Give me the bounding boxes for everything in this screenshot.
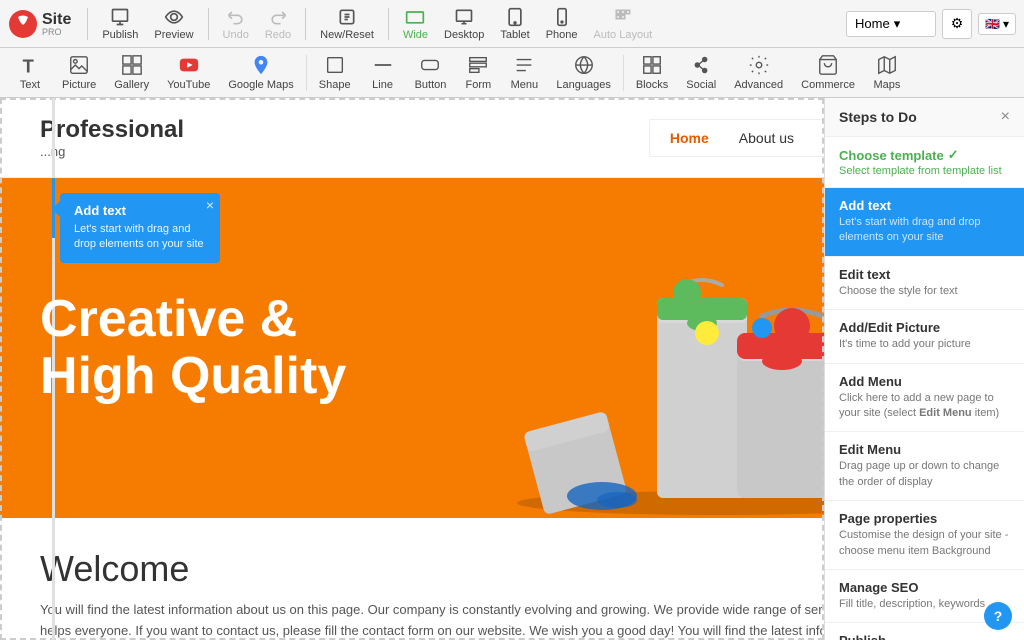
dropdown-arrow-icon: ▾ [894, 16, 901, 32]
tool-languages[interactable]: Languages [548, 50, 618, 95]
steps-close-button[interactable]: × [1001, 108, 1010, 126]
step-name-label: Add text [839, 198, 891, 213]
site-logo-icon [8, 9, 38, 39]
help-button[interactable]: ? [984, 602, 1012, 630]
steps-list: Choose template ✓ Select template from t… [825, 137, 1024, 640]
redo-button[interactable]: Redo [259, 5, 297, 43]
canvas-area: Professional ...ng Home About us Service… [0, 98, 1024, 640]
step-desc: Drag page up or down to change the order… [839, 459, 1010, 490]
step-add-edit-picture[interactable]: Add/Edit Picture It's time to add your p… [825, 310, 1024, 363]
svg-text:T: T [23, 55, 34, 76]
tool-button[interactable]: Button [407, 50, 455, 95]
steps-panel: Steps to Do × Choose template ✓ Select t… [824, 98, 1024, 640]
site-logo-text: Professional [40, 116, 649, 144]
tooltip-text: Let's start with drag and drop elements … [74, 222, 206, 253]
logo-name: Site [42, 11, 71, 28]
steps-header: Steps to Do × [825, 98, 1024, 137]
settings-button[interactable]: ⚙ [942, 9, 972, 39]
logo-plan: PRO [42, 27, 71, 37]
right-controls: Home ▾ ⚙ 🇬🇧 ▾ [846, 9, 1016, 39]
hero-text: Creative & High Quality [40, 291, 420, 405]
separator [208, 8, 209, 40]
desktop-button[interactable]: Desktop [438, 5, 490, 43]
step-desc: Select template from template list [839, 165, 1010, 177]
site-logo-area: Professional ...ng [40, 116, 649, 159]
step-page-properties[interactable]: Page properties Customise the design of … [825, 501, 1024, 570]
step-name-label: Choose template [839, 148, 944, 163]
tool-shape[interactable]: Shape [311, 50, 359, 95]
nav-home[interactable]: Home [670, 130, 709, 146]
tool-picture[interactable]: Picture [54, 50, 104, 95]
page-dropdown[interactable]: Home ▾ [846, 11, 936, 37]
tool-commerce[interactable]: Commerce [793, 50, 863, 95]
separator [306, 55, 307, 91]
toolbar: T Text Picture Gallery YouTube Google Ma… [0, 48, 1024, 98]
tool-menu[interactable]: Menu [502, 50, 546, 95]
auto-layout-button[interactable]: Auto Layout [588, 5, 659, 43]
logo-text-area: Site PRO [42, 11, 71, 37]
step-desc: It's time to add your picture [839, 337, 1010, 352]
tool-gallery[interactable]: Gallery [106, 50, 157, 95]
tool-youtube[interactable]: YouTube [159, 50, 218, 95]
separator [305, 8, 306, 40]
wide-button[interactable]: Wide [397, 5, 434, 43]
separator [623, 55, 624, 91]
publish-button[interactable]: Publish [96, 5, 144, 43]
tool-text[interactable]: T Text [8, 50, 52, 95]
step-desc: Let's start with drag and drop elements … [839, 215, 1010, 246]
preview-button[interactable]: Preview [148, 5, 199, 43]
tablet-button[interactable]: Tablet [494, 5, 535, 43]
steps-panel-title: Steps to Do [839, 109, 917, 125]
site-logo-sub: ...ng [40, 144, 649, 159]
phone-button[interactable]: Phone [540, 5, 584, 43]
check-icon: ✓ [948, 147, 959, 163]
step-choose-template[interactable]: Choose template ✓ Select template from t… [825, 137, 1024, 188]
topbar: Site PRO Publish Preview Undo Redo New/R… [0, 0, 1024, 48]
tool-advanced[interactable]: Advanced [726, 50, 791, 95]
nav-about[interactable]: About us [739, 130, 794, 146]
tooltip-title: Add text [74, 203, 206, 218]
undo-button[interactable]: Undo [217, 5, 255, 43]
step-desc: Customise the design of your site - choo… [839, 528, 1010, 559]
step-desc: Click here to add a new page to your sit… [839, 391, 1010, 422]
step-edit-menu[interactable]: Edit Menu Drag page up or down to change… [825, 432, 1024, 501]
tool-form[interactable]: Form [456, 50, 500, 95]
tool-blocks[interactable]: Blocks [628, 50, 676, 95]
tool-maps[interactable]: Maps [865, 50, 909, 95]
new-reset-button[interactable]: New/Reset [314, 5, 380, 43]
tool-google-maps[interactable]: Google Maps [220, 50, 301, 95]
chevron-down-icon: ▾ [1003, 17, 1009, 31]
add-text-tooltip: × Add text Let's start with drag and dro… [60, 193, 220, 263]
language-selector[interactable]: 🇬🇧 ▾ [978, 13, 1016, 35]
step-add-text[interactable]: Add text Let's start with drag and drop … [825, 188, 1024, 257]
step-desc: Choose the style for text [839, 284, 1010, 299]
logo-area: Site PRO [8, 9, 71, 39]
step-add-menu[interactable]: Add Menu Click here to add a new page to… [825, 364, 1024, 433]
tool-social[interactable]: Social [678, 50, 724, 95]
tooltip-close-button[interactable]: × [206, 197, 214, 213]
separator [87, 8, 88, 40]
separator [388, 8, 389, 40]
step-edit-text[interactable]: Edit text Choose the style for text [825, 257, 1024, 310]
hero-title: Creative & High Quality [40, 291, 420, 405]
tool-line[interactable]: Line [361, 50, 405, 95]
flag-icon: 🇬🇧 [985, 17, 1000, 31]
